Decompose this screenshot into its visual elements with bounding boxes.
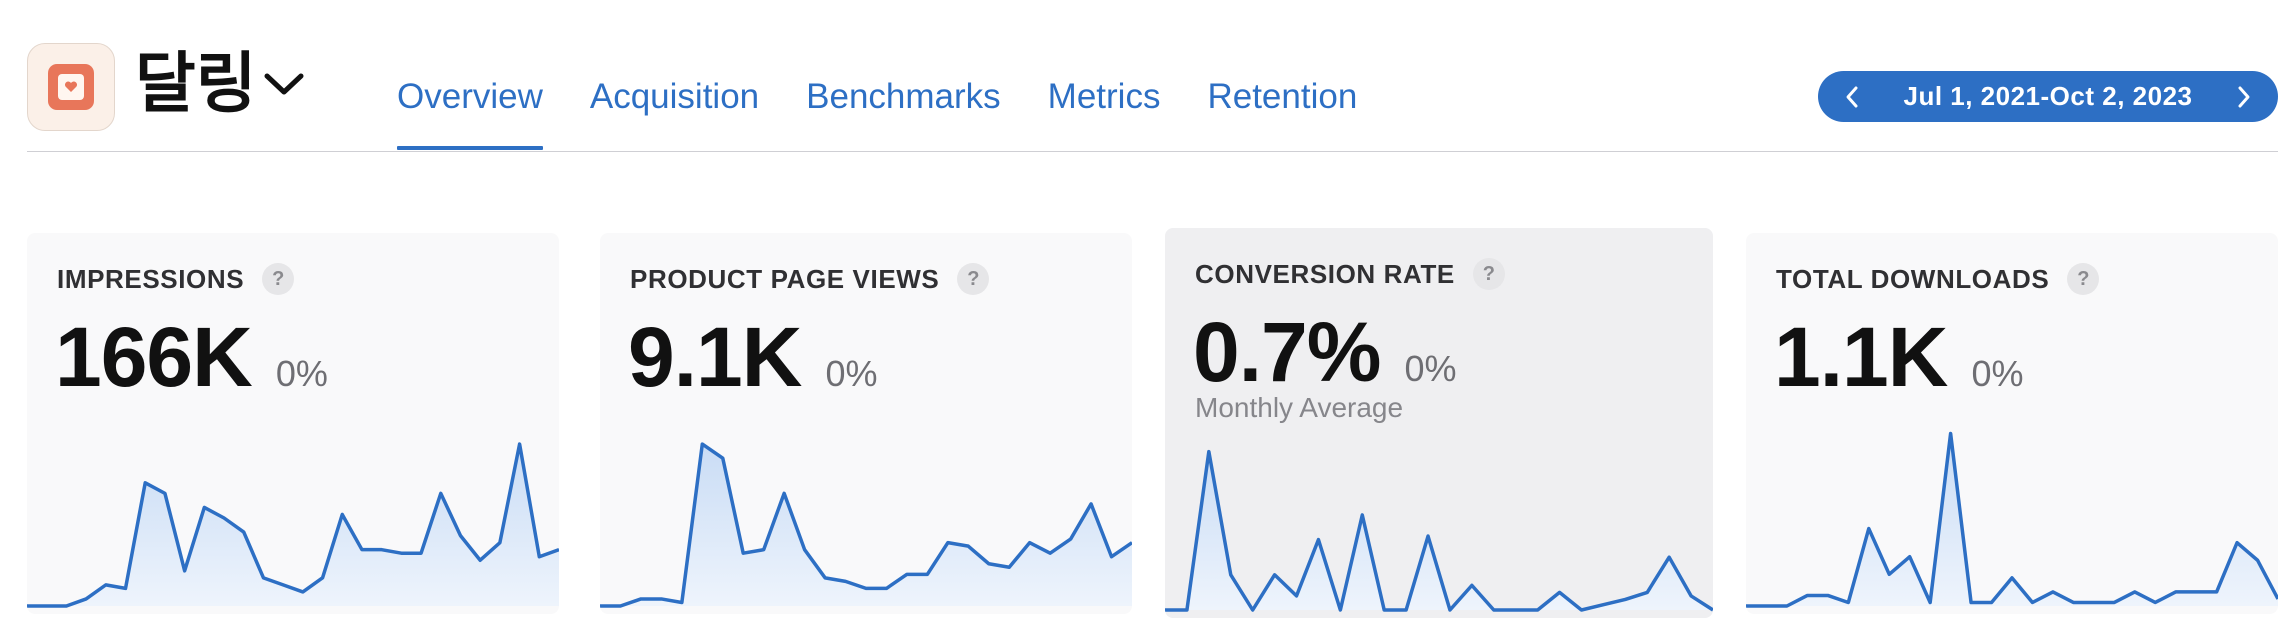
sparkline-chart: [600, 442, 1132, 608]
metric-card-conversion-rate[interactable]: CONVERSION RATE? 0.7% 0% Monthly Average: [1165, 228, 1713, 618]
metric-label: TOTAL DOWNLOADS: [1776, 263, 2050, 294]
metric-delta: 0%: [825, 353, 878, 394]
app-name[interactable]: 달링: [135, 42, 256, 126]
chevron-right-icon[interactable]: [2234, 84, 2254, 110]
tab-divider: [27, 151, 2278, 152]
chevron-down-icon[interactable]: [261, 70, 307, 100]
metric-delta: 0%: [1971, 353, 2024, 394]
date-range-picker: Jul 1, 2021-Oct 2, 2023: [1818, 71, 2278, 122]
chevron-left-icon[interactable]: [1842, 84, 1862, 110]
metric-value: 0.7%: [1193, 305, 1381, 399]
metric-card-product-page-views[interactable]: PRODUCT PAGE VIEWS? 9.1K 0%: [600, 233, 1132, 614]
metric-delta: 0%: [1404, 348, 1457, 389]
metric-value: 166K: [55, 310, 253, 404]
metric-value: 1.1K: [1774, 310, 1948, 404]
help-icon[interactable]: ?: [2067, 263, 2100, 295]
tab-benchmarks[interactable]: Benchmarks: [806, 72, 1001, 122]
tab-retention[interactable]: Retention: [1207, 72, 1357, 122]
metric-value: 9.1K: [628, 310, 802, 404]
sparkline-line: [1746, 431, 2278, 608]
sparkline-chart: [1746, 431, 2278, 608]
tab-acquisition[interactable]: Acquisition: [590, 72, 759, 122]
sparkline-chart: [27, 442, 559, 608]
tab-overview[interactable]: Overview: [397, 72, 543, 150]
sparkline-area: [600, 444, 1132, 606]
app-logo-icon: [48, 64, 94, 110]
metric-delta: 0%: [275, 353, 328, 394]
help-icon[interactable]: ?: [1472, 258, 1505, 290]
tab-metrics[interactable]: Metrics: [1048, 72, 1161, 122]
app-icon[interactable]: [27, 43, 115, 131]
metric-card-impressions[interactable]: IMPRESSIONS? 166K 0%: [27, 233, 559, 614]
metric-label: CONVERSION RATE: [1195, 258, 1455, 289]
metric-label: PRODUCT PAGE VIEWS: [630, 263, 940, 294]
date-range-label[interactable]: Jul 1, 2021-Oct 2, 2023: [1903, 81, 2192, 112]
metric-label: IMPRESSIONS: [57, 263, 245, 294]
metric-card-total-downloads[interactable]: TOTAL DOWNLOADS? 1.1K 0%: [1746, 233, 2278, 614]
sparkline-area: [1165, 451, 1713, 610]
help-icon[interactable]: ?: [957, 263, 990, 295]
help-icon[interactable]: ?: [262, 263, 295, 295]
sparkline-area: [27, 444, 559, 606]
sparkline-chart: [1165, 449, 1713, 612]
tab-bar: Overview Acquisition Benchmarks Metrics …: [397, 72, 1404, 150]
